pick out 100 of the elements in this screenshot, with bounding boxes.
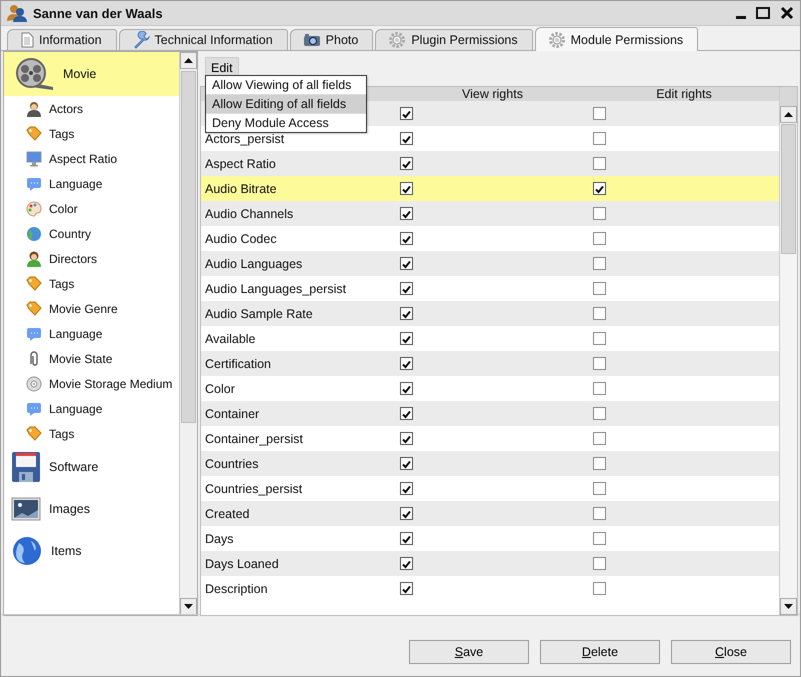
- tree-item[interactable]: Directors: [49, 252, 98, 266]
- checkbox[interactable]: [400, 107, 413, 120]
- checkbox[interactable]: [593, 557, 606, 570]
- field-name: Audio Codec: [205, 232, 277, 246]
- field-name: Container_persist: [205, 432, 303, 446]
- checkbox[interactable]: [400, 282, 413, 295]
- checkbox[interactable]: [400, 507, 413, 520]
- checkbox[interactable]: [593, 107, 606, 120]
- checkbox[interactable]: [593, 407, 606, 420]
- checkbox[interactable]: [400, 482, 413, 495]
- scroll-thumb[interactable]: [181, 71, 196, 423]
- tab[interactable]: Information: [7, 29, 117, 50]
- sidebar-item[interactable]: Movie: [4, 52, 179, 96]
- checkbox[interactable]: [593, 307, 606, 320]
- checkbox[interactable]: [593, 507, 606, 520]
- maximize-icon[interactable]: [756, 7, 770, 19]
- sidebar-item[interactable]: Items: [4, 530, 179, 572]
- table-row[interactable]: Audio Languages: [201, 251, 779, 276]
- checkbox[interactable]: [400, 457, 413, 470]
- table-row[interactable]: Certification: [201, 351, 779, 376]
- table-row[interactable]: Created: [201, 501, 779, 526]
- checkmark-icon: [401, 358, 412, 368]
- tag-icon: [26, 300, 42, 316]
- tree-item[interactable]: Language: [49, 326, 102, 340]
- dialog-button[interactable]: Close: [671, 640, 791, 664]
- checkbox[interactable]: [400, 357, 413, 370]
- table-row[interactable]: Days Loaned: [201, 551, 779, 576]
- dialog-button[interactable]: Save: [409, 640, 529, 664]
- checkbox[interactable]: [593, 432, 606, 445]
- checkmark-icon: [401, 484, 412, 494]
- checkbox[interactable]: [593, 132, 606, 145]
- tab[interactable]: Technical Information: [118, 29, 288, 50]
- tree-item[interactable]: Country: [49, 226, 92, 240]
- checkbox[interactable]: [400, 432, 413, 445]
- checkbox[interactable]: [593, 232, 606, 245]
- tab[interactable]: Plugin Permissions: [375, 29, 533, 50]
- table-row[interactable]: Audio Bitrate: [201, 176, 779, 201]
- checkbox[interactable]: [400, 207, 413, 220]
- field-name: Container: [205, 406, 260, 420]
- checkbox[interactable]: [593, 282, 606, 295]
- field-name: Audio Languages: [205, 256, 302, 270]
- tab[interactable]: Photo: [290, 29, 374, 50]
- tree-item[interactable]: Movie Genre: [49, 302, 118, 316]
- checkbox[interactable]: [400, 407, 413, 420]
- checkbox[interactable]: [400, 557, 413, 570]
- tree-item[interactable]: Tags: [49, 126, 74, 140]
- tree-item[interactable]: Movie Storage Medium: [49, 376, 172, 390]
- checkbox[interactable]: [593, 457, 606, 470]
- tree-item[interactable]: Color: [49, 202, 78, 216]
- checkbox[interactable]: [400, 257, 413, 270]
- checkbox[interactable]: [593, 357, 606, 370]
- checkbox[interactable]: [400, 332, 413, 345]
- checkbox[interactable]: [593, 582, 606, 595]
- checkbox[interactable]: [400, 532, 413, 545]
- tab[interactable]: Module Permissions: [534, 27, 698, 51]
- checkbox[interactable]: [400, 132, 413, 145]
- menu-item[interactable]: Allow Editing of all fields: [206, 95, 366, 114]
- table-row[interactable]: Audio Sample Rate: [201, 301, 779, 326]
- checkbox[interactable]: [593, 382, 606, 395]
- checkbox[interactable]: [593, 257, 606, 270]
- checkbox[interactable]: [400, 582, 413, 595]
- sidebar-item[interactable]: Images: [4, 488, 179, 530]
- tree-item[interactable]: Tags: [49, 276, 74, 290]
- checkbox[interactable]: [593, 482, 606, 495]
- scroll-up-icon: [184, 58, 193, 63]
- tree-item[interactable]: Actors: [49, 102, 84, 116]
- checkbox[interactable]: [593, 332, 606, 345]
- checkbox[interactable]: [593, 157, 606, 170]
- checkbox[interactable]: [400, 382, 413, 395]
- scroll-down-icon: [184, 604, 193, 609]
- tree-item[interactable]: Movie State: [49, 352, 112, 366]
- scroll-down-button[interactable]: [780, 598, 797, 615]
- close-icon[interactable]: [780, 6, 794, 20]
- table-row[interactable]: Aspect Ratio: [201, 151, 779, 176]
- field-name: Days Loaned: [205, 556, 279, 570]
- tree-item[interactable]: Language: [49, 402, 102, 416]
- dialog-button[interactable]: Delete: [540, 640, 660, 664]
- checkmark-icon: [401, 408, 412, 418]
- checkbox[interactable]: [400, 182, 413, 195]
- tree-item[interactable]: Aspect Ratio: [49, 152, 118, 166]
- tree-item[interactable]: Language: [49, 176, 102, 190]
- checkbox[interactable]: [400, 157, 413, 170]
- sidebar-item[interactable]: Software: [4, 446, 179, 488]
- checkbox[interactable]: [593, 207, 606, 220]
- table-row[interactable]: Countries: [201, 451, 779, 476]
- checkbox[interactable]: [593, 532, 606, 545]
- field-name: Audio Sample Rate: [205, 306, 313, 320]
- checkbox[interactable]: [593, 182, 606, 195]
- field-name: Aspect Ratio: [205, 156, 276, 170]
- field-name: Available: [205, 332, 256, 346]
- scrollbar[interactable]: [179, 52, 197, 615]
- tree-item[interactable]: Tags: [49, 426, 74, 440]
- checkbox[interactable]: [400, 307, 413, 320]
- table-row[interactable]: Container: [201, 401, 779, 426]
- category-label: Items: [51, 544, 82, 558]
- checkbox[interactable]: [400, 232, 413, 245]
- scroll-thumb[interactable]: [781, 124, 796, 254]
- table-row[interactable]: Audio Channels: [201, 201, 779, 226]
- category-label: Movie: [63, 67, 96, 81]
- scroll-up-button[interactable]: [780, 106, 797, 123]
